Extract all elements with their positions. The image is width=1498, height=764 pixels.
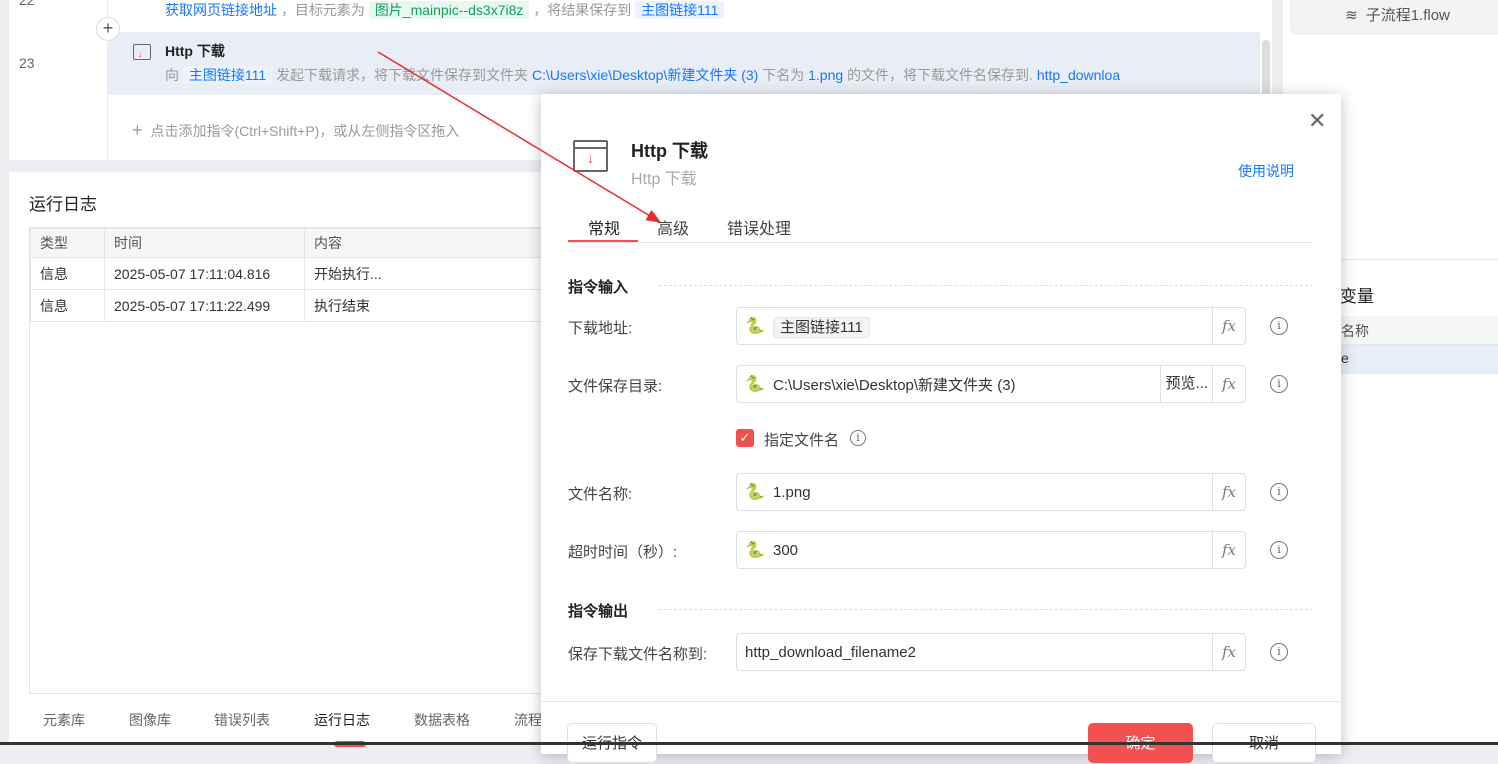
dialog-subtitle: Http 下载	[631, 171, 697, 188]
column-header: 时间	[104, 228, 305, 258]
log-title: 运行日志	[29, 195, 97, 214]
dir-label: 文件保存目录:	[568, 378, 663, 395]
timeout-label: 超时时间（秒）:	[568, 544, 678, 561]
folder-value: C:\Users\xie\Desktop\新建文件夹 (3)	[531, 67, 759, 83]
python-icon: 🐍	[745, 376, 765, 393]
tab-image-library[interactable]: 图像库	[129, 710, 171, 730]
browse-button[interactable]: 预览...	[1160, 366, 1212, 402]
python-icon: 🐍	[745, 318, 765, 335]
variable-tag[interactable]: 主图链接111	[182, 66, 273, 84]
insert-command-button[interactable]: +	[96, 17, 120, 41]
output-var: http_downloa	[1036, 67, 1121, 83]
tab-general[interactable]: 常规	[588, 215, 620, 239]
cell: 信息	[30, 289, 105, 322]
info-icon[interactable]: i	[1270, 541, 1288, 559]
output-section-title: 指令输出	[568, 603, 629, 620]
element-tag[interactable]: 图片_mainpic--ds3x7i8z	[368, 1, 530, 19]
tab-element-library[interactable]: 元素库	[43, 710, 85, 730]
command-text: 下名为	[762, 67, 805, 83]
info-icon[interactable]: i	[1270, 643, 1288, 661]
tab-data-table[interactable]: 数据表格	[414, 710, 470, 730]
tab-error-list[interactable]: 错误列表	[214, 710, 270, 730]
tab-advanced[interactable]: 高级	[657, 215, 689, 239]
command-title: Http 下载	[165, 43, 225, 59]
add-hint-text: 点击添加指令(Ctrl+Shift+P)，或从左侧指令区拖入	[150, 123, 460, 139]
info-icon[interactable]: i	[1270, 375, 1288, 393]
cell: 2025-05-07 17:11:22.499	[104, 289, 305, 322]
plus-icon: +	[132, 120, 143, 140]
dir-value: C:\Users\xie\Desktop\新建文件夹 (3)	[773, 376, 1016, 394]
info-icon[interactable]: i	[1270, 483, 1288, 501]
scrollbar[interactable]	[1262, 40, 1270, 100]
output-label: 保存下载文件名称到:	[568, 646, 708, 663]
http-download-icon: ↓	[573, 140, 608, 172]
filename-label: 文件名称:	[568, 486, 633, 503]
line-number: 23	[19, 55, 35, 71]
command-row-23[interactable]: ↓ Http 下载 向 主图链接111 发起下载请求，将下载文件保存到文件夹 C…	[108, 32, 1260, 95]
http-download-dialog: ✕ ↓ Http 下载 Http 下载 使用说明 常规 高级 错误处理 指令输入…	[541, 94, 1341, 763]
specify-filename-label: 指定文件名	[764, 432, 840, 449]
command-row-22[interactable]: 获取网页链接地址 ，目标元素为 图片_mainpic--ds3x7i8z ，将结…	[165, 0, 725, 20]
close-icon[interactable]: ✕	[1308, 108, 1326, 134]
active-tab-indicator	[568, 240, 638, 242]
filename-input[interactable]: 🐍 1.png fx	[736, 473, 1246, 511]
timeout-input[interactable]: 🐍 300 fx	[736, 531, 1246, 569]
info-icon[interactable]: i	[1270, 317, 1288, 335]
help-link[interactable]: 使用说明	[1238, 161, 1294, 181]
command-text: ，将结果保存到	[533, 2, 632, 18]
command-text: 向	[165, 67, 179, 83]
fx-button[interactable]: fx	[1212, 366, 1245, 402]
command-text: 发起下载请求，将下载文件保存到文件夹	[276, 67, 529, 83]
column-header: 名称	[1341, 323, 1369, 339]
timeout-value: 300	[773, 541, 799, 559]
output-var-value: http_download_filename2	[745, 643, 916, 661]
http-download-icon: ↓	[133, 44, 151, 60]
info-icon[interactable]: i	[850, 430, 866, 446]
fx-button[interactable]: fx	[1212, 532, 1245, 568]
dialog-title: Http 下载	[631, 141, 708, 161]
tab-flow[interactable]: 流程	[514, 710, 542, 730]
url-label: 下载地址:	[568, 320, 633, 337]
variable-name: e	[1341, 350, 1349, 366]
url-input[interactable]: 🐍 主图链接111 fx	[736, 307, 1246, 345]
fx-button[interactable]: fx	[1212, 308, 1245, 344]
cell: 2025-05-07 17:11:04.816	[104, 257, 305, 290]
variable-tag[interactable]: 主图链接111	[635, 1, 725, 19]
python-icon: 🐍	[745, 484, 765, 501]
line-number-column: 22 23	[9, 0, 108, 160]
input-section-title: 指令输入	[568, 279, 629, 296]
variable-chip[interactable]: 主图链接111	[773, 316, 870, 338]
filename-value: 1.png	[773, 483, 811, 501]
variables-title: 变量	[1340, 287, 1374, 306]
command-action: 获取网页链接地址	[165, 2, 277, 18]
add-command-hint[interactable]: + 点击添加指令(Ctrl+Shift+P)，或从左侧指令区拖入	[132, 120, 459, 141]
dir-input[interactable]: 🐍 C:\Users\xie\Desktop\新建文件夹 (3) 预览... fx	[736, 365, 1246, 403]
specify-filename-checkbox[interactable]: ✓	[736, 429, 754, 447]
command-text: ，目标元素为	[280, 2, 365, 18]
line-number: 22	[19, 0, 35, 8]
flow-tab-label: 子流程1.flow	[1365, 7, 1450, 24]
fx-button[interactable]: fx	[1212, 634, 1245, 670]
flow-tab[interactable]: ≋ 子流程1.flow	[1290, 0, 1498, 35]
layers-icon: ≋	[1345, 7, 1358, 24]
cell: 信息	[30, 257, 105, 290]
command-text: 的文件，将下载文件名保存到.	[847, 67, 1033, 83]
tab-error-handling[interactable]: 错误处理	[727, 215, 791, 239]
output-var-input[interactable]: http_download_filename2 fx	[736, 633, 1246, 671]
column-header: 类型	[30, 228, 105, 258]
python-icon: 🐍	[745, 542, 765, 559]
file-value: 1.png	[808, 67, 844, 83]
tab-run-log[interactable]: 运行日志	[314, 710, 370, 730]
fx-button[interactable]: fx	[1212, 474, 1245, 510]
